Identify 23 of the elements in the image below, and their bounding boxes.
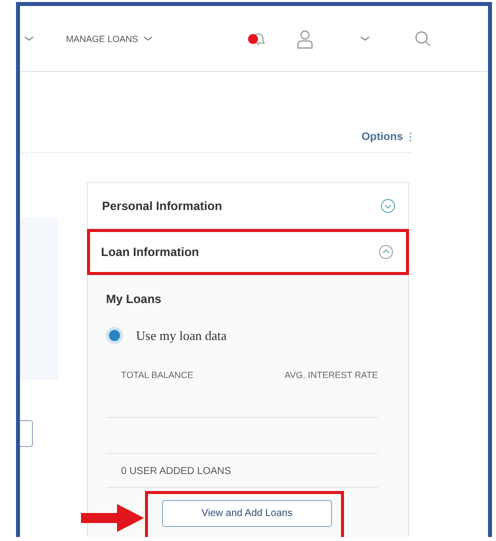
chevron-down-icon[interactable] — [24, 35, 34, 42]
accordion-header[interactable]: Loan Information — [87, 229, 409, 275]
section-title: Loan Information — [101, 245, 199, 259]
options-link[interactable]: Options — [361, 131, 403, 143]
view-and-add-loans-button[interactable]: View and Add Loans — [162, 500, 332, 527]
search-icon[interactable] — [414, 30, 432, 48]
user-icon[interactable] — [296, 28, 314, 48]
column-header: TOTAL BALANCE — [121, 370, 194, 380]
radio-button[interactable] — [106, 327, 123, 344]
loan-count: 0 USER ADDED LOANS — [106, 454, 378, 488]
chevron-down-icon — [143, 35, 154, 42]
accordion-header[interactable]: Personal Information — [88, 183, 408, 229]
radio-label: Use my loan data — [136, 328, 227, 344]
column-header: AVG. INTEREST RATE — [284, 370, 378, 380]
collapse-icon — [378, 244, 394, 260]
kebab-menu-icon[interactable] — [409, 132, 412, 142]
nav-menu-item[interactable]: MANAGE LOANS — [66, 34, 154, 44]
bell-icon[interactable] — [247, 30, 268, 46]
input-field[interactable] — [20, 420, 33, 447]
subsection-title: My Loans — [106, 292, 162, 306]
chevron-down-icon[interactable] — [360, 35, 370, 42]
section-title: Personal Information — [102, 198, 222, 212]
expand-icon — [380, 198, 396, 214]
